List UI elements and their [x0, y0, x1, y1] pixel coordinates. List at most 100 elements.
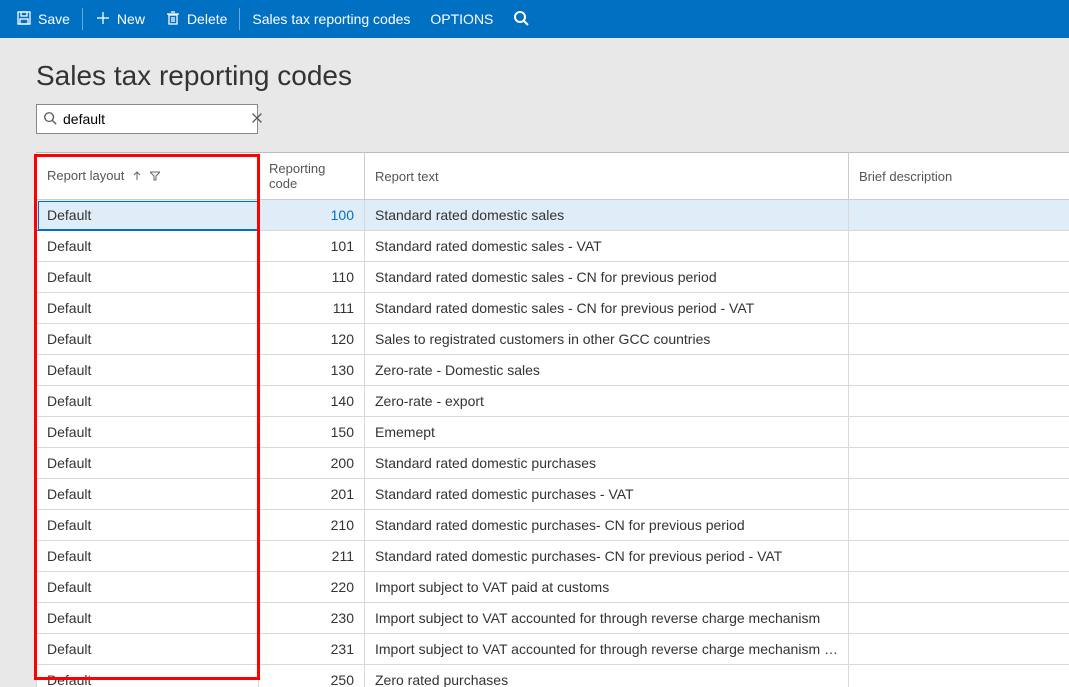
cell-text[interactable]: Standard rated domestic sales - CN for p…: [365, 262, 849, 293]
col-header-code[interactable]: Reporting code: [259, 153, 365, 200]
cell-layout[interactable]: Default: [37, 603, 259, 634]
cell-layout[interactable]: Default: [37, 572, 259, 603]
cell-desc[interactable]: [849, 665, 1069, 687]
cell-desc[interactable]: [849, 293, 1069, 324]
cell-text[interactable]: Import subject to VAT accounted for thro…: [365, 603, 849, 634]
cell-text[interactable]: Standard rated domestic sales - CN for p…: [365, 293, 849, 324]
cell-code[interactable]: 210: [259, 510, 365, 541]
filter-box[interactable]: [36, 104, 258, 134]
cell-desc[interactable]: [849, 417, 1069, 448]
cell-desc[interactable]: [849, 510, 1069, 541]
cell-layout[interactable]: Default: [37, 200, 259, 231]
cell-text[interactable]: Standard rated domestic purchases - VAT: [365, 479, 849, 510]
table-row[interactable]: Default111Standard rated domestic sales …: [37, 293, 1069, 324]
cell-text[interactable]: Import subject to VAT accounted for thro…: [365, 634, 849, 665]
delete-button[interactable]: Delete: [155, 0, 237, 38]
cell-text[interactable]: Import subject to VAT paid at customs: [365, 572, 849, 603]
cell-code[interactable]: 120: [259, 324, 365, 355]
cell-layout[interactable]: Default: [37, 479, 259, 510]
filter-input[interactable]: [57, 111, 250, 127]
cell-layout[interactable]: Default: [37, 510, 259, 541]
table-row[interactable]: Default140Zero-rate - export: [37, 386, 1069, 417]
cell-layout[interactable]: Default: [37, 541, 259, 572]
cell-text[interactable]: Standard rated domestic sales: [365, 200, 849, 231]
cell-text[interactable]: Zero-rate - Domestic sales: [365, 355, 849, 386]
cell-code[interactable]: 150: [259, 417, 365, 448]
cell-desc[interactable]: [849, 634, 1069, 665]
table-row[interactable]: Default130Zero-rate - Domestic sales: [37, 355, 1069, 386]
table-row[interactable]: Default110Standard rated domestic sales …: [37, 262, 1069, 293]
cell-text[interactable]: Ememept: [365, 417, 849, 448]
cell-desc[interactable]: [849, 448, 1069, 479]
cell-code[interactable]: 111: [259, 293, 365, 324]
table-row[interactable]: Default100Standard rated domestic sales: [37, 200, 1069, 231]
cell-text[interactable]: Standard rated domestic purchases: [365, 448, 849, 479]
command-bar: Save New Delete Sales tax reporting code…: [0, 0, 1069, 38]
cell-code[interactable]: 140: [259, 386, 365, 417]
cell-desc[interactable]: [849, 479, 1069, 510]
cell-code[interactable]: 200: [259, 448, 365, 479]
col-header-desc[interactable]: Brief description: [849, 153, 1069, 200]
cell-layout[interactable]: Default: [37, 665, 259, 687]
col-header-layout[interactable]: Report layout: [37, 153, 259, 200]
cell-text[interactable]: Standard rated domestic purchases- CN fo…: [365, 541, 849, 572]
cell-code[interactable]: 250: [259, 665, 365, 687]
new-button[interactable]: New: [85, 0, 155, 38]
table-row[interactable]: Default201Standard rated domestic purcha…: [37, 479, 1069, 510]
cell-desc[interactable]: [849, 572, 1069, 603]
table-row[interactable]: Default211Standard rated domestic purcha…: [37, 541, 1069, 572]
save-button[interactable]: Save: [6, 0, 80, 38]
separator: [239, 8, 240, 30]
clear-filter-button[interactable]: [250, 111, 264, 128]
cell-desc[interactable]: [849, 324, 1069, 355]
cell-desc[interactable]: [849, 355, 1069, 386]
cell-text[interactable]: Standard rated domestic purchases- CN fo…: [365, 510, 849, 541]
table-row[interactable]: Default120Sales to registrated customers…: [37, 324, 1069, 355]
cell-desc[interactable]: [849, 200, 1069, 231]
table-row[interactable]: Default220Import subject to VAT paid at …: [37, 572, 1069, 603]
cell-code[interactable]: 110: [259, 262, 365, 293]
cell-layout[interactable]: Default: [37, 262, 259, 293]
cell-desc[interactable]: [849, 541, 1069, 572]
table-row[interactable]: Default250Zero rated purchases: [37, 665, 1069, 687]
table-row[interactable]: Default101Standard rated domestic sales …: [37, 231, 1069, 262]
search-button[interactable]: [503, 0, 539, 38]
table-row[interactable]: Default231Import subject to VAT accounte…: [37, 634, 1069, 665]
cell-desc[interactable]: [849, 231, 1069, 262]
table-row[interactable]: Default230Import subject to VAT accounte…: [37, 603, 1069, 634]
cell-code[interactable]: 201: [259, 479, 365, 510]
trash-icon: [165, 10, 181, 29]
cell-desc[interactable]: [849, 262, 1069, 293]
table-row[interactable]: Default200Standard rated domestic purcha…: [37, 448, 1069, 479]
table-row[interactable]: Default210Standard rated domestic purcha…: [37, 510, 1069, 541]
table-row[interactable]: Default150Ememept: [37, 417, 1069, 448]
cell-code[interactable]: 100: [259, 200, 365, 231]
cell-code[interactable]: 211: [259, 541, 365, 572]
header-row: Report layout Reporting code Report text: [37, 153, 1069, 200]
cell-code[interactable]: 230: [259, 603, 365, 634]
cell-layout[interactable]: Default: [37, 634, 259, 665]
cell-text[interactable]: Standard rated domestic sales - VAT: [365, 231, 849, 262]
cell-desc[interactable]: [849, 603, 1069, 634]
codes-button[interactable]: Sales tax reporting codes: [242, 0, 420, 38]
cell-layout[interactable]: Default: [37, 417, 259, 448]
sort-asc-icon: [132, 169, 142, 184]
cell-text[interactable]: Zero-rate - export: [365, 386, 849, 417]
cell-code[interactable]: 101: [259, 231, 365, 262]
cell-desc[interactable]: [849, 386, 1069, 417]
cell-layout[interactable]: Default: [37, 231, 259, 262]
options-label: OPTIONS: [430, 11, 493, 27]
cell-layout[interactable]: Default: [37, 386, 259, 417]
cell-layout[interactable]: Default: [37, 324, 259, 355]
cell-code[interactable]: 130: [259, 355, 365, 386]
cell-text[interactable]: Sales to registrated customers in other …: [365, 324, 849, 355]
options-button[interactable]: OPTIONS: [420, 0, 503, 38]
col-header-text[interactable]: Report text: [365, 153, 849, 200]
cell-layout[interactable]: Default: [37, 355, 259, 386]
cell-code[interactable]: 220: [259, 572, 365, 603]
cell-code[interactable]: 231: [259, 634, 365, 665]
cell-layout[interactable]: Default: [37, 293, 259, 324]
cell-text[interactable]: Zero rated purchases: [365, 665, 849, 687]
new-label: New: [117, 11, 145, 27]
cell-layout[interactable]: Default: [37, 448, 259, 479]
